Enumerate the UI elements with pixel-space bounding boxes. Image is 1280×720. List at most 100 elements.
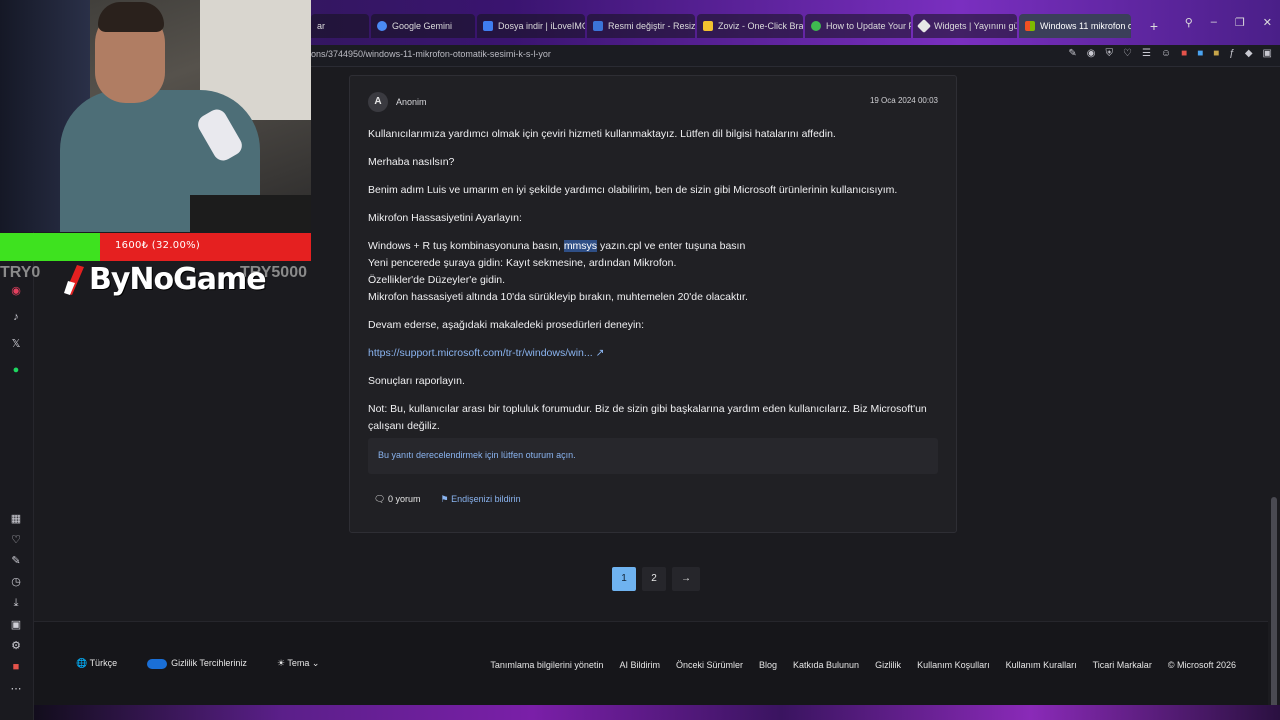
footer-link[interactable]: AI Bildirim <box>619 660 660 670</box>
footer-links: Tanımlama bilgilerini yönetin AI Bildiri… <box>490 660 1236 670</box>
language-label: Türkçe <box>89 658 118 668</box>
footer-link[interactable]: Blog <box>759 660 777 670</box>
menu-icon[interactable]: ☰ <box>1142 48 1151 59</box>
cube-icon[interactable]: ▣ <box>1263 48 1272 59</box>
privacy-choices-link[interactable]: Gizlilik Tercihleriniz <box>147 658 247 669</box>
bynogame-logo: ByNoGame <box>62 262 267 297</box>
tab-google-gemini[interactable]: Google Gemini <box>371 14 475 38</box>
diamond-icon[interactable]: ◆ <box>1245 48 1253 59</box>
tab-label: Zoviz - One-Click Brandin <box>718 21 803 31</box>
apps-icon[interactable]: ▦ <box>8 511 24 527</box>
post-date: 19 Oca 2024 00:03 <box>869 96 938 105</box>
cube-icon[interactable]: ▣ <box>8 617 24 633</box>
profile-icon[interactable]: ☺ <box>1161 48 1171 59</box>
tab-windows-mic[interactable]: Windows 11 mikrofon oto <box>1019 14 1131 38</box>
more-icon[interactable]: ⋯ <box>8 681 24 697</box>
tab-label: ar <box>317 21 326 31</box>
restore-icon[interactable]: ❐ <box>1235 16 1245 29</box>
language-selector[interactable]: 🌐 Türkçe <box>76 658 117 669</box>
privacy-toggle-icon <box>147 658 168 669</box>
author: A Anonim <box>368 92 427 112</box>
paragraph: Kullanıcılarımıza yardımcı olmak için çe… <box>368 128 836 140</box>
window-controls: ⚲ – ❐ ✕ <box>1185 16 1272 29</box>
goal-start-label: TRY0 <box>0 264 41 281</box>
edit-icon[interactable]: ✎ <box>8 553 24 569</box>
donation-progress-fill <box>0 233 100 261</box>
instagram-icon[interactable]: ◉ <box>8 283 24 299</box>
privacy-choices-label: Gizlilik Tercihleriniz <box>171 658 247 669</box>
new-tab-button[interactable]: + <box>1146 18 1162 34</box>
tab-partial[interactable]: ar <box>311 14 369 38</box>
heart-icon[interactable]: ♡ <box>8 532 24 548</box>
page-2-button[interactable]: 2 <box>642 567 666 591</box>
tab-iloveimg[interactable]: Dosya indir | iLoveIMG <box>477 14 585 38</box>
extension-yellow-icon[interactable]: ■ <box>1213 48 1219 59</box>
step-1b: yazın.cpl ve enter tuşuna basın <box>597 240 746 252</box>
heart-icon <box>483 21 493 31</box>
script-icon[interactable]: ƒ <box>1229 48 1235 59</box>
widgets-icon <box>916 18 932 34</box>
scroll-thumb[interactable] <box>1271 497 1277 717</box>
url-text[interactable]: ons/3744950/windows-11-mikrofon-otomatik… <box>311 49 551 59</box>
paragraph: Mikrofon Hassasiyetini Ayarlayın: <box>368 212 522 224</box>
tiktok-icon[interactable]: ♪ <box>8 309 24 325</box>
support-link[interactable]: https://support.microsoft.com/tr-tr/wind… <box>368 347 593 359</box>
chevron-down-icon: ⌄ <box>311 658 320 668</box>
spotify-icon[interactable]: ● <box>8 362 24 378</box>
extension-blue-icon[interactable]: ■ <box>1197 48 1203 59</box>
webcam-overlay <box>0 0 311 232</box>
tab-zoviz[interactable]: Zoviz - One-Click Brandin <box>697 14 803 38</box>
theme-selector[interactable]: ☀ Tema ⌄ <box>277 658 320 669</box>
heart-icon[interactable]: ♡ <box>1123 48 1132 59</box>
zoviz-icon <box>703 21 713 31</box>
tab-label: Dosya indir | iLoveIMG <box>498 21 585 31</box>
history-icon[interactable]: ◷ <box>8 574 24 590</box>
minimize-icon[interactable]: – <box>1211 16 1217 29</box>
footer-link[interactable]: Gizlilik <box>875 660 901 670</box>
settings-icon[interactable]: ⚙ <box>8 638 24 654</box>
tab-resizepix[interactable]: Resmi değiştir - ResizePix <box>587 14 695 38</box>
page-1-button[interactable]: 1 <box>612 567 636 591</box>
page-scrollbar[interactable] <box>1268 67 1280 717</box>
paragraph: Sonuçları raporlayın. <box>368 375 465 387</box>
paragraph: Merhaba nasılsın? <box>368 156 455 168</box>
external-link-icon: ↗ <box>595 347 605 359</box>
globe-icon: 🌐 <box>76 658 88 668</box>
footer-link[interactable]: Önceki Sürümler <box>676 660 743 670</box>
donation-text: 1600₺ (32.00%) <box>115 240 201 251</box>
footer-link[interactable]: Kullanım Kuralları <box>1006 660 1077 670</box>
toolbar-icons: ✎ ◉ ⛨ ♡ ☰ ☺ ■ ■ ■ ƒ ◆ ▣ <box>1068 48 1272 59</box>
ublock-icon[interactable]: ■ <box>8 659 24 675</box>
theme-label: Tema <box>287 658 310 668</box>
signin-link[interactable]: Bu yanıtı derecelendirmek için lütfen ot… <box>378 450 576 460</box>
footer-link[interactable]: Katkıda Bulunun <box>793 660 859 670</box>
next-page-button[interactable]: → <box>672 567 700 591</box>
globe-icon <box>811 21 821 31</box>
x-icon[interactable]: 𝕏 <box>8 336 24 352</box>
footer-link[interactable]: Ticari Markalar <box>1093 660 1152 670</box>
report-label: Endişenizi bildirin <box>451 494 521 504</box>
tab-label: Google Gemini <box>392 21 453 31</box>
shield-icon[interactable]: ⛨ <box>1105 48 1113 59</box>
camera-icon[interactable]: ◉ <box>1087 48 1096 59</box>
footer-link[interactable]: Kullanım Koşulları <box>917 660 990 670</box>
comments-label: 0 yorum <box>387 494 421 504</box>
step-2: Yeni pencerede şuraya gidin: Kayıt sekme… <box>368 257 677 269</box>
brand-name: ByNoGame <box>89 262 267 297</box>
step-3: Özellikler'de Düzeyler'e gidin. <box>368 274 506 286</box>
tab-label: Widgets | Yayınını güçlen <box>934 21 1017 31</box>
desktop-wallpaper-strip <box>34 705 1280 720</box>
edit-icon[interactable]: ✎ <box>1068 48 1076 59</box>
search-icon[interactable]: ⚲ <box>1185 16 1193 29</box>
download-icon[interactable]: ⤓ <box>8 595 24 611</box>
answer-body: Kullanıcılarımıza yardımcı olmak için çe… <box>368 126 940 446</box>
report-button[interactable]: ⚑ Endişenizi bildirin <box>440 494 520 505</box>
tab-update-profile[interactable]: How to Update Your Prof <box>805 14 911 38</box>
close-icon[interactable]: ✕ <box>1263 16 1272 29</box>
comments-button[interactable]: 🗨 0 yorum <box>374 494 420 505</box>
tab-widgets[interactable]: Widgets | Yayınını güçlen <box>913 14 1017 38</box>
footer-link[interactable]: Tanımlama bilgilerini yönetin <box>490 660 603 670</box>
extension-red-icon[interactable]: ■ <box>1181 48 1187 59</box>
address-bar[interactable]: ons/3744950/windows-11-mikrofon-otomatik… <box>311 45 1280 67</box>
paragraph: Not: Bu, kullanıcılar arası bir topluluk… <box>368 403 927 432</box>
